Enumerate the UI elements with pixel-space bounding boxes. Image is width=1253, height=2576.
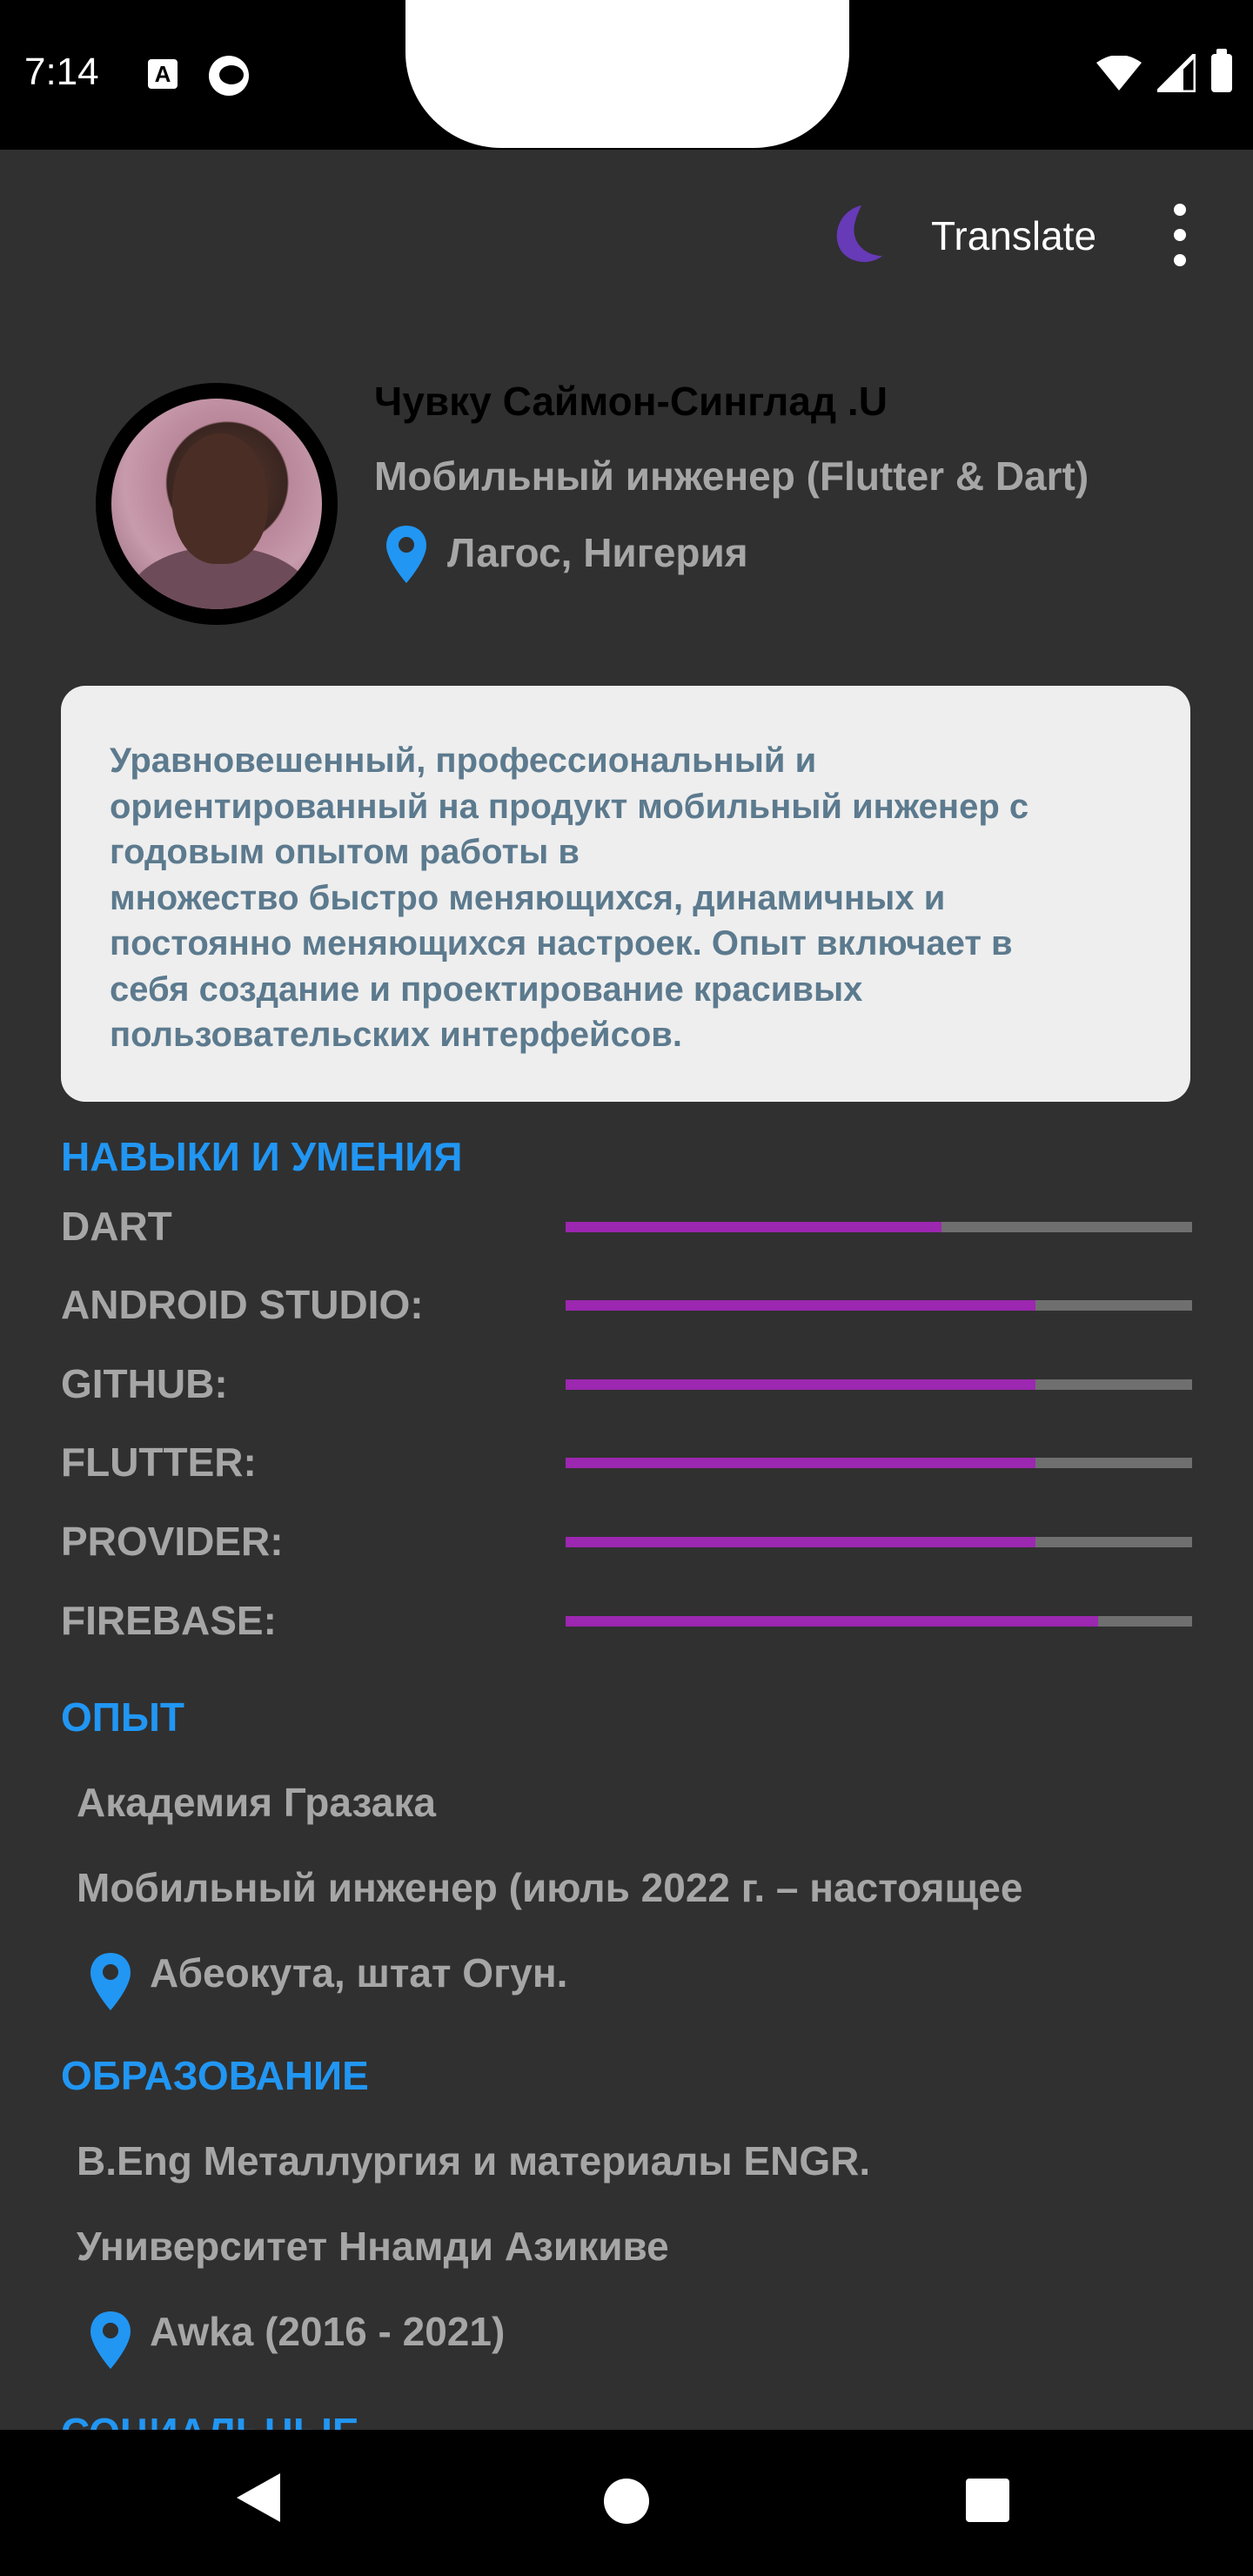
recents-icon[interactable]: [966, 2479, 1009, 2522]
education-location: Awka (2016 - 2021): [150, 2309, 506, 2354]
resume-screen: Translate Чувку Саймон-Синглад .U Мобиль…: [0, 150, 1253, 2430]
p-icon: [209, 56, 249, 96]
skills-title: НАВЫКИ И УМЕНИЯ: [61, 1134, 463, 1179]
location-pin-icon: [90, 1953, 131, 2010]
skill-bar: [566, 1222, 1192, 1232]
wifi-icon: [1096, 56, 1142, 91]
avatar: [111, 399, 322, 609]
skill-fill: [566, 1616, 1098, 1627]
skill-label: FIREBASE:: [61, 1598, 277, 1643]
skill-bar: [566, 1300, 1192, 1311]
back-icon[interactable]: [237, 2473, 280, 2522]
moon-icon[interactable]: [820, 202, 886, 268]
skill-bar: [566, 1379, 1192, 1390]
profile-location: Лагос, Нигерия: [447, 530, 748, 575]
skill-bar: [566, 1537, 1192, 1547]
education-title: ОБРАЗОВАНИЕ: [61, 2053, 369, 2098]
social-title: СОЦИАЛЬНЫЕ: [61, 2409, 359, 2430]
profile-name: Чувку Саймон-Синглад .U: [374, 379, 888, 424]
status-time: 7:14: [24, 50, 99, 93]
experience-company: Академия Гразака: [77, 1780, 436, 1825]
skill-label: DART: [61, 1204, 172, 1249]
summary-card: Уравновешенный, профессиональный и ориен…: [61, 686, 1190, 1102]
skill-label: GITHUB:: [61, 1361, 228, 1406]
summary-text: Уравновешенный, профессиональный и ориен…: [110, 741, 1029, 1054]
experience-location: Абеокута, штат Огун.: [150, 1950, 568, 1996]
skill-fill: [566, 1222, 941, 1232]
skill-fill: [566, 1379, 1035, 1390]
skill-bar: [566, 1458, 1192, 1468]
education-degree: B.Eng Металлургия и материалы ENGR.: [77, 2138, 871, 2184]
skill-label: PROVIDER:: [61, 1519, 284, 1564]
location-pin-icon: [386, 526, 426, 583]
home-icon[interactable]: [604, 2479, 649, 2524]
battery-icon: [1211, 49, 1232, 92]
display-notch: [405, 0, 849, 148]
skill-fill: [566, 1458, 1035, 1468]
more-vert-icon[interactable]: [1164, 204, 1196, 266]
cell-signal-icon: [1157, 54, 1196, 92]
skill-bar: [566, 1616, 1192, 1627]
a-icon: A: [148, 59, 178, 89]
status-icons: [1096, 49, 1232, 92]
location-pin-icon: [90, 2311, 131, 2369]
skill-fill: [566, 1537, 1035, 1547]
education-school: Университет Ннамди Азикиве: [77, 2224, 669, 2269]
skill-label: ANDROID STUDIO:: [61, 1282, 424, 1327]
experience-position: Мобильный инженер (июль 2022 г. – настоя…: [77, 1865, 1023, 1910]
app-bar: Translate: [0, 150, 1253, 324]
profile-role: Мобильный инженер (Flutter & Dart): [374, 453, 1089, 499]
skill-fill: [566, 1300, 1035, 1311]
experience-title: ОПЫТ: [61, 1694, 184, 1740]
navigation-bar: [0, 2430, 1253, 2576]
skill-label: FLUTTER:: [61, 1439, 257, 1485]
translate-button[interactable]: Translate: [931, 212, 1096, 259]
